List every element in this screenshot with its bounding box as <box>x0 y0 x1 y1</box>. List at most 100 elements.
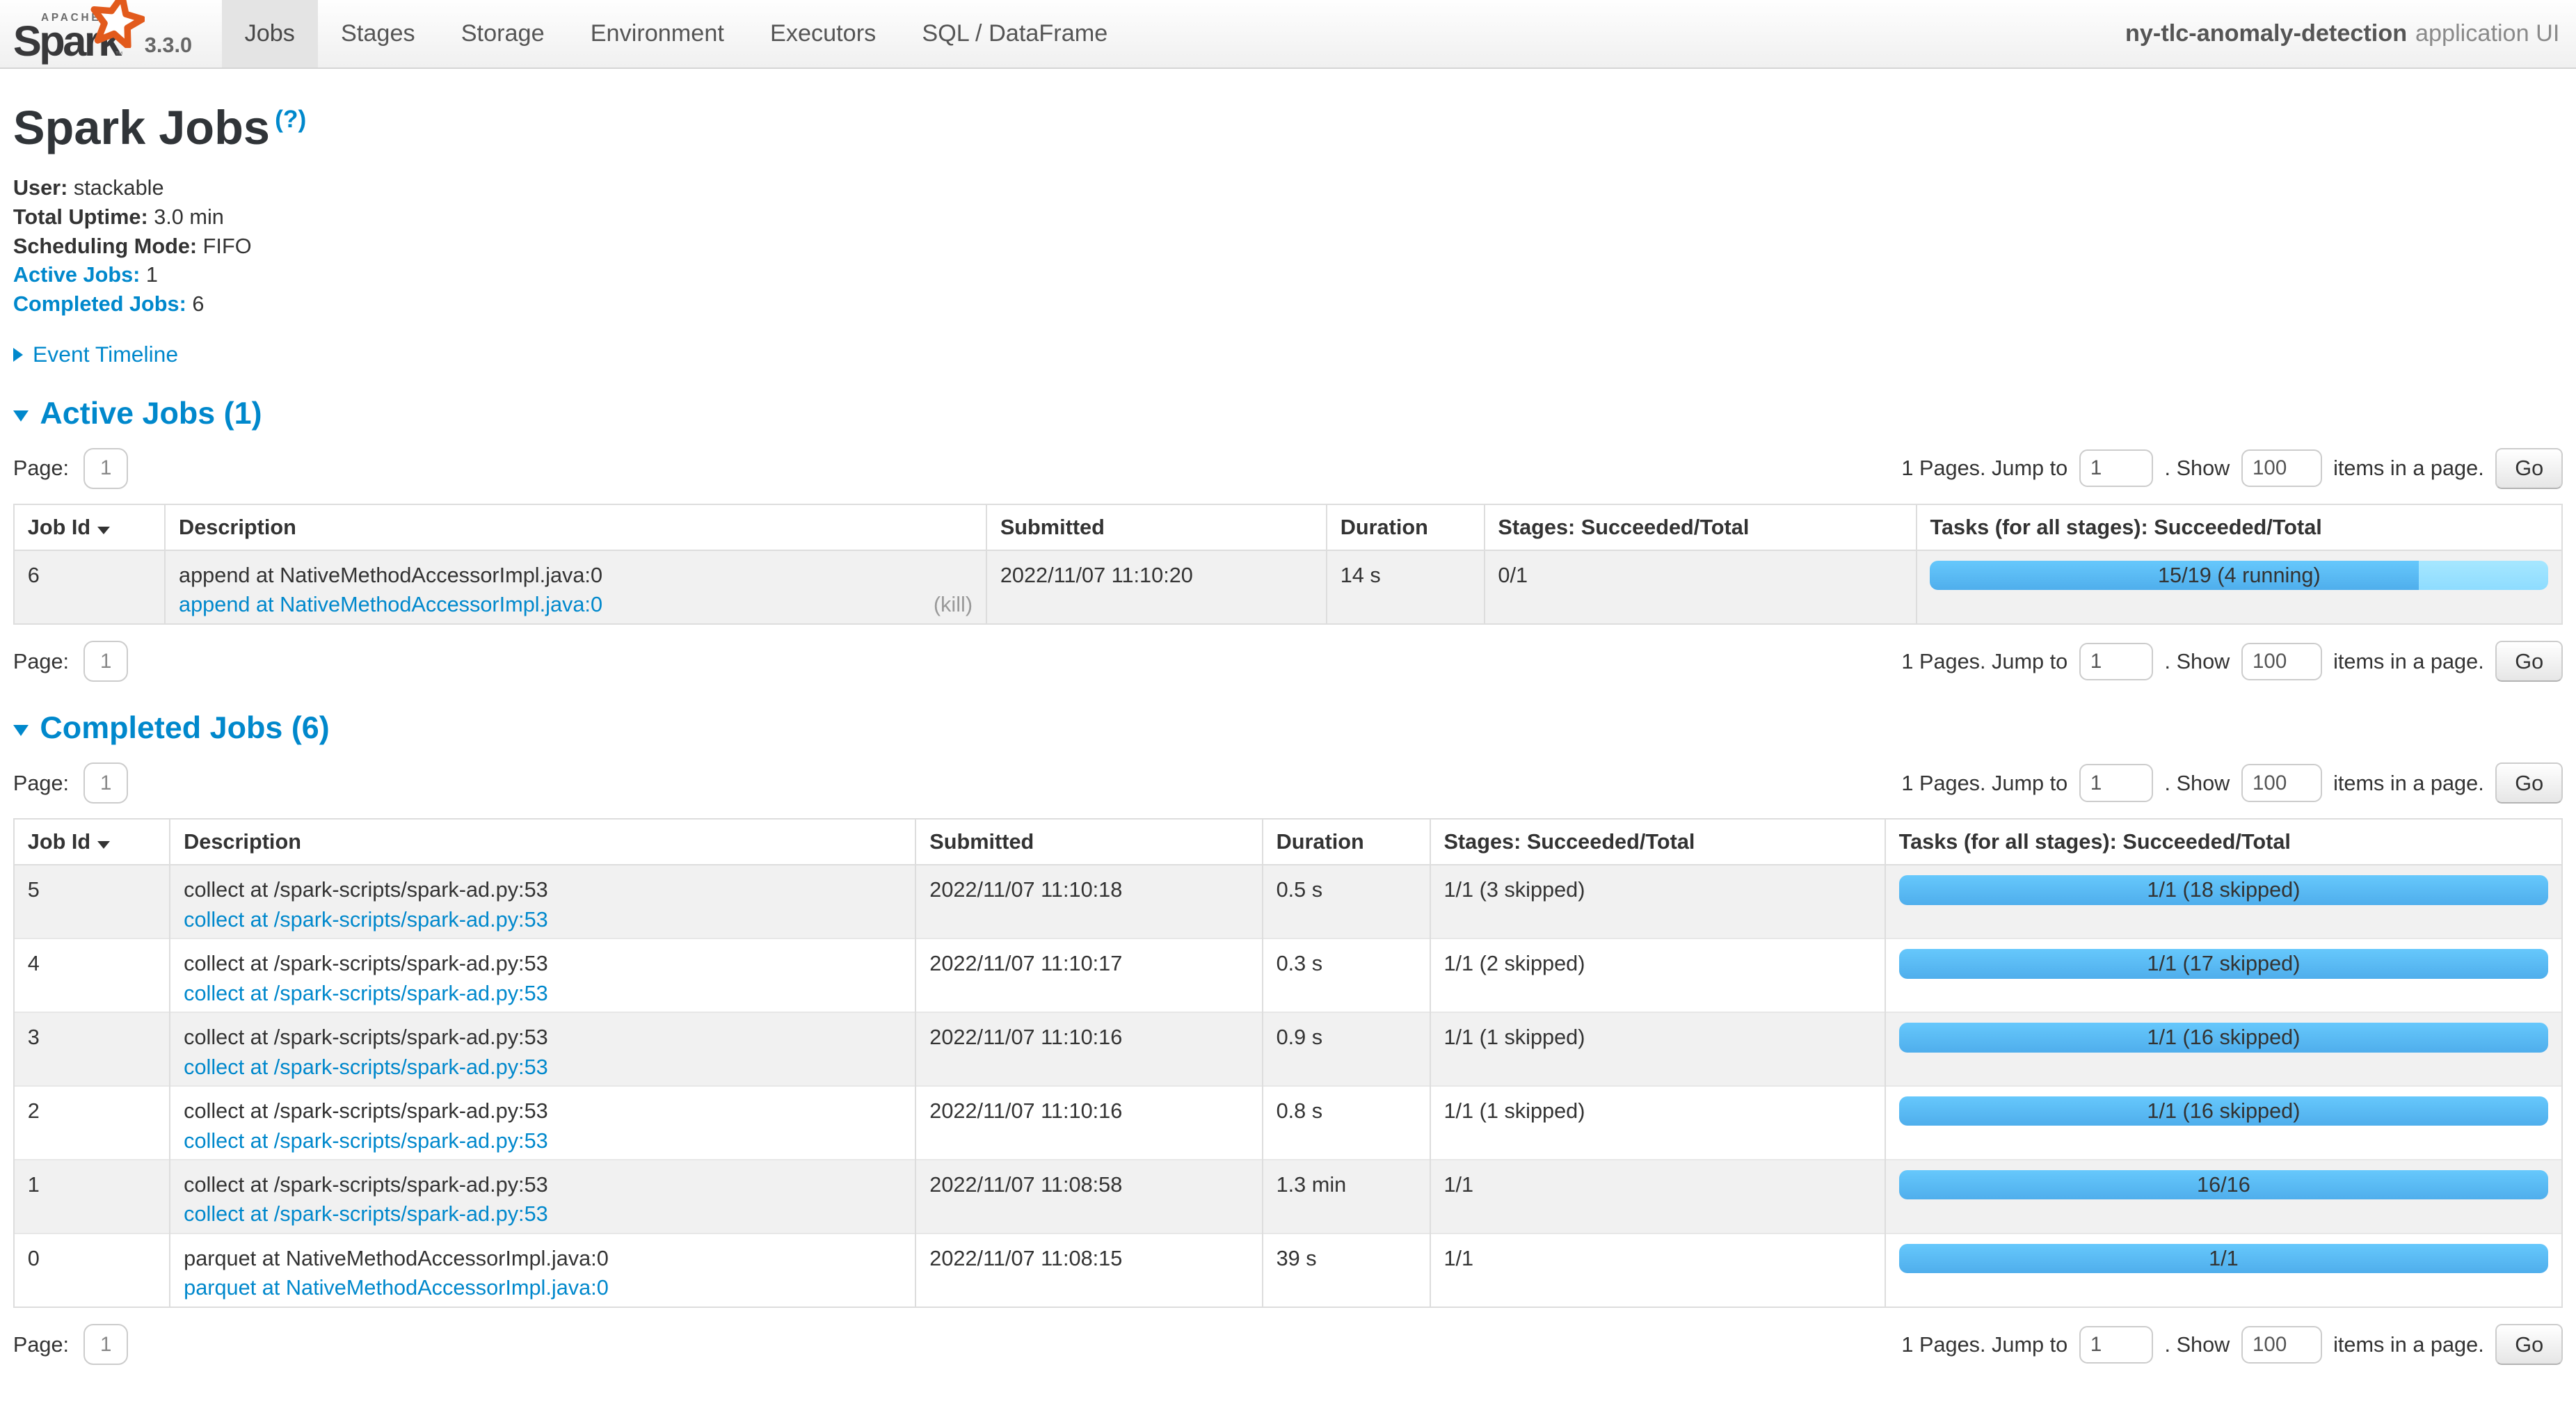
header-duration[interactable]: Duration <box>1263 819 1430 865</box>
page-number-input[interactable] <box>83 641 128 682</box>
go-button[interactable]: Go <box>2495 1324 2563 1365</box>
header-job-id[interactable]: Job Id <box>14 819 170 865</box>
completed-jobs-section-title: Completed Jobs (6) <box>40 710 329 746</box>
spark-logo: APACHE Spark ™ <box>13 0 125 67</box>
tasks-cell: 1/1 (16 skipped) <box>1885 1086 2562 1160</box>
help-link[interactable]: (?) <box>275 105 306 133</box>
tab-storage[interactable]: Storage <box>438 0 568 67</box>
page-number-input[interactable] <box>83 448 128 489</box>
completed-jobs-count: 6 <box>192 291 204 316</box>
tasks-progress-bar: 1/1 (16 skipped) <box>1899 1096 2549 1126</box>
tasks-cell: 1/1 (18 skipped) <box>1885 865 2562 938</box>
tab-stages[interactable]: Stages <box>318 0 438 67</box>
page-size-input[interactable] <box>2241 449 2322 487</box>
header-tasks[interactable]: Tasks (for all stages): Succeeded/Total <box>1885 819 2562 865</box>
submitted-cell: 2022/11/07 11:08:15 <box>915 1233 1262 1307</box>
header-submitted[interactable]: Submitted <box>986 504 1327 550</box>
active-jobs-table: Job Id Description Submitted Duration St… <box>13 504 2563 625</box>
progress-label: 1/1 (16 skipped) <box>1899 1096 2549 1126</box>
completed-jobs-link[interactable]: Completed Jobs: <box>13 291 186 316</box>
pages-jump-text: 1 Pages. Jump to <box>1901 771 2067 796</box>
pagination-active-top: Page: 1 Pages. Jump to . Show items in a… <box>13 448 2563 489</box>
top-navbar: APACHE Spark ™ 3.3.0 Jobs Stages Storage… <box>0 0 2576 69</box>
description-cell: collect at /spark-scripts/spark-ad.py:53… <box>170 1086 915 1160</box>
tasks-cell: 1/1 <box>1885 1233 2562 1307</box>
jump-to-input[interactable] <box>2079 764 2153 801</box>
page-number-input[interactable] <box>83 1324 128 1365</box>
pages-jump-text: 1 Pages. Jump to <box>1901 1332 2067 1357</box>
header-stages[interactable]: Stages: Succeeded/Total <box>1485 504 1917 550</box>
header-tasks[interactable]: Tasks (for all stages): Succeeded/Total <box>1917 504 2563 550</box>
header-job-id[interactable]: Job Id <box>14 504 165 550</box>
scheduling-mode-value: FIFO <box>203 234 252 258</box>
page-size-input[interactable] <box>2241 1326 2322 1364</box>
go-button[interactable]: Go <box>2495 762 2563 804</box>
tab-sql-dataframe[interactable]: SQL / DataFrame <box>899 0 1130 67</box>
header-submitted[interactable]: Submitted <box>915 819 1262 865</box>
table-row: 0 parquet at NativeMethodAccessorImpl.ja… <box>14 1233 2562 1307</box>
trademark-symbol: ™ <box>115 49 123 59</box>
duration-cell: 0.5 s <box>1263 865 1430 938</box>
tab-executors[interactable]: Executors <box>747 0 899 67</box>
duration-cell: 0.3 s <box>1263 938 1430 1012</box>
tasks-progress-bar: 1/1 <box>1899 1244 2549 1274</box>
header-stages[interactable]: Stages: Succeeded/Total <box>1430 819 1885 865</box>
application-title: ny-tlc-anomaly-detection application UI <box>2125 0 2576 67</box>
tasks-progress-bar: 1/1 (17 skipped) <box>1899 949 2549 979</box>
show-text: . Show <box>2165 1332 2230 1357</box>
spark-logo-area: APACHE Spark ™ 3.3.0 <box>0 0 209 67</box>
stages-cell: 1/1 (3 skipped) <box>1430 865 1885 938</box>
page-number-input[interactable] <box>83 762 128 804</box>
go-button[interactable]: Go <box>2495 448 2563 489</box>
job-detail-link[interactable]: collect at /spark-scripts/spark-ad.py:53 <box>184 1126 902 1156</box>
event-timeline-toggle[interactable]: Event Timeline <box>13 342 2563 367</box>
table-header-row: Job Id Description Submitted Duration St… <box>14 504 2562 550</box>
spark-version: 3.3.0 <box>145 33 192 58</box>
job-detail-link[interactable]: collect at /spark-scripts/spark-ad.py:53 <box>184 1053 902 1083</box>
jump-to-input[interactable] <box>2079 449 2153 487</box>
active-jobs-section-header[interactable]: Active Jobs (1) <box>13 395 2563 431</box>
job-description: append at NativeMethodAccessorImpl.java:… <box>179 563 602 587</box>
active-jobs-link[interactable]: Active Jobs: <box>13 262 140 287</box>
nav-tabs: Jobs Stages Storage Environment Executor… <box>222 0 1131 67</box>
table-row: 5 collect at /spark-scripts/spark-ad.py:… <box>14 865 2562 938</box>
summary-uptime: Total Uptime: 3.0 min <box>13 202 2563 232</box>
items-text: items in a page. <box>2333 771 2484 796</box>
sort-descending-icon <box>97 841 110 849</box>
page-size-input[interactable] <box>2241 643 2322 680</box>
kill-link[interactable]: (kill) <box>934 590 973 620</box>
event-timeline-label: Event Timeline <box>33 342 178 367</box>
job-detail-link[interactable]: append at NativeMethodAccessorImpl.java:… <box>179 590 973 620</box>
job-detail-link[interactable]: parquet at NativeMethodAccessorImpl.java… <box>184 1273 902 1303</box>
application-name: ny-tlc-anomaly-detection <box>2125 20 2407 47</box>
stages-cell: 1/1 (1 skipped) <box>1430 1012 1885 1086</box>
progress-label: 15/19 (4 running) <box>1930 561 2548 591</box>
duration-cell: 0.9 s <box>1263 1012 1430 1086</box>
uptime-label: Total Uptime: <box>13 205 148 229</box>
table-row: 2 collect at /spark-scripts/spark-ad.py:… <box>14 1086 2562 1160</box>
tab-environment[interactable]: Environment <box>568 0 747 67</box>
submitted-cell: 2022/11/07 11:10:16 <box>915 1086 1262 1160</box>
header-description[interactable]: Description <box>170 819 915 865</box>
page-label: Page: <box>13 771 69 796</box>
active-jobs-count: 1 <box>146 262 158 287</box>
uptime-value: 3.0 min <box>154 205 224 229</box>
job-detail-link[interactable]: collect at /spark-scripts/spark-ad.py:53 <box>184 979 902 1009</box>
page-size-input[interactable] <box>2241 764 2322 801</box>
completed-jobs-section-header[interactable]: Completed Jobs (6) <box>13 710 2563 746</box>
jump-to-input[interactable] <box>2079 643 2153 680</box>
page-label: Page: <box>13 649 69 674</box>
tasks-cell: 1/1 (17 skipped) <box>1885 938 2562 1012</box>
jump-to-input[interactable] <box>2079 1326 2153 1364</box>
job-detail-link[interactable]: collect at /spark-scripts/spark-ad.py:53 <box>184 1199 902 1229</box>
tasks-cell: 16/16 <box>1885 1160 2562 1233</box>
scheduling-mode-label: Scheduling Mode: <box>13 234 197 258</box>
go-button[interactable]: Go <box>2495 641 2563 682</box>
tasks-progress-bar: 1/1 (18 skipped) <box>1899 875 2549 905</box>
header-duration[interactable]: Duration <box>1327 504 1485 550</box>
tasks-progress-bar: 16/16 <box>1899 1170 2549 1200</box>
job-detail-link[interactable]: collect at /spark-scripts/spark-ad.py:53 <box>184 905 902 935</box>
submitted-cell: 2022/11/07 11:10:18 <box>915 865 1262 938</box>
header-description[interactable]: Description <box>165 504 986 550</box>
tab-jobs[interactable]: Jobs <box>222 0 318 67</box>
